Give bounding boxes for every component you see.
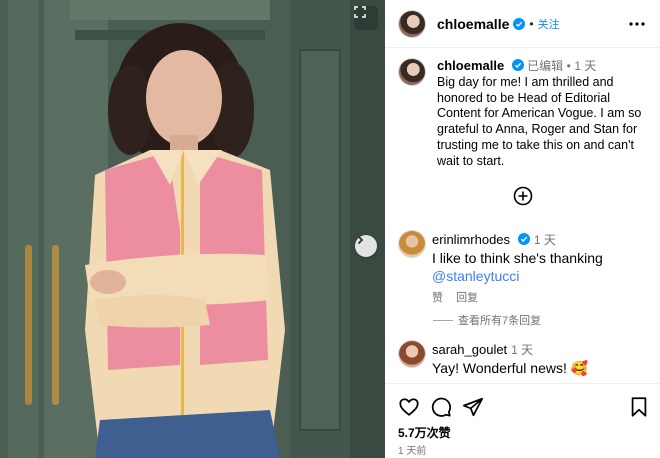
separator-dot: • bbox=[529, 16, 534, 31]
likes-count[interactable]: 5.7万次赞 bbox=[398, 424, 451, 441]
view-all-replies-label: 查看所有7条回复 bbox=[458, 315, 542, 327]
commenter-username[interactable]: erinlimrhodes bbox=[432, 232, 510, 247]
commenter-avatar[interactable] bbox=[398, 230, 426, 258]
comment-text: Yay! Wonderful news! bbox=[432, 360, 567, 376]
comment-icon[interactable] bbox=[430, 396, 452, 418]
follow-button[interactable]: 关注 bbox=[538, 16, 560, 32]
post-actions-bar: 5.7万次赞 1 天前 bbox=[385, 383, 660, 458]
post-caption: chloemalle 已编辑 • 1 天 Big day for me! I a… bbox=[398, 58, 648, 170]
divider-line bbox=[433, 319, 453, 321]
heart-icon[interactable] bbox=[398, 396, 420, 418]
commenter-avatar[interactable] bbox=[398, 340, 426, 368]
caption-username[interactable]: chloemalle bbox=[437, 58, 504, 73]
chevron-right-icon bbox=[357, 235, 364, 245]
view-all-replies-button[interactable]: 查看所有7条回复 bbox=[433, 312, 541, 328]
comment-time[interactable]: 1 天 bbox=[534, 233, 556, 247]
verified-badge-icon bbox=[517, 233, 530, 245]
bookmark-icon[interactable] bbox=[628, 396, 650, 418]
expand-button[interactable] bbox=[354, 6, 378, 30]
comment-text-row: Yay! Wonderful news! 🥰 bbox=[432, 359, 588, 377]
action-icons bbox=[398, 396, 650, 418]
post-timestamp[interactable]: 1 天前 bbox=[398, 442, 426, 457]
next-image-button[interactable] bbox=[355, 235, 377, 257]
comment-emoji: 🥰 bbox=[570, 360, 589, 376]
comment-time[interactable]: 1 天 bbox=[511, 343, 533, 357]
comment-body: erinlimrhodes 1 天 I like to think she's … bbox=[432, 230, 603, 307]
expand-icon bbox=[354, 6, 366, 18]
mention-link[interactable]: @stanleytucci bbox=[432, 267, 603, 285]
author-avatar[interactable] bbox=[398, 9, 426, 38]
send-icon[interactable] bbox=[462, 396, 484, 418]
add-circle-icon[interactable] bbox=[513, 186, 533, 206]
more-horizontal-icon[interactable] bbox=[628, 17, 646, 31]
caption-body: chloemalle 已编辑 • 1 天 Big day for me! I a… bbox=[437, 58, 647, 170]
separator-dot: • bbox=[566, 59, 571, 73]
post-panel: chloemalle • 关注 chloemalle 已编辑 • 1 天 Big… bbox=[385, 0, 660, 458]
author-username[interactable]: chloemalle bbox=[437, 16, 509, 32]
verified-badge-icon bbox=[513, 17, 526, 30]
commenter-username[interactable]: sarah_goulet bbox=[432, 342, 507, 357]
post-photo-illustration bbox=[0, 0, 385, 458]
post-image[interactable] bbox=[0, 0, 385, 458]
caption-text: Big day for me! I am thrilled and honore… bbox=[437, 74, 642, 168]
caption-author-avatar[interactable] bbox=[398, 58, 426, 86]
comment-item: erinlimrhodes 1 天 I like to think she's … bbox=[398, 230, 653, 307]
caption-time[interactable]: 1 天 bbox=[574, 59, 596, 73]
comment-actions: 赞 回复 bbox=[432, 289, 603, 307]
verified-badge-icon bbox=[511, 59, 524, 71]
reply-button[interactable]: 回复 bbox=[456, 292, 478, 304]
like-comment-button[interactable]: 赞 bbox=[432, 292, 443, 304]
edited-label: 已编辑 bbox=[527, 59, 564, 73]
post-header: chloemalle • 关注 bbox=[385, 0, 660, 48]
comment-text: I like to think she's thanking bbox=[432, 250, 603, 266]
